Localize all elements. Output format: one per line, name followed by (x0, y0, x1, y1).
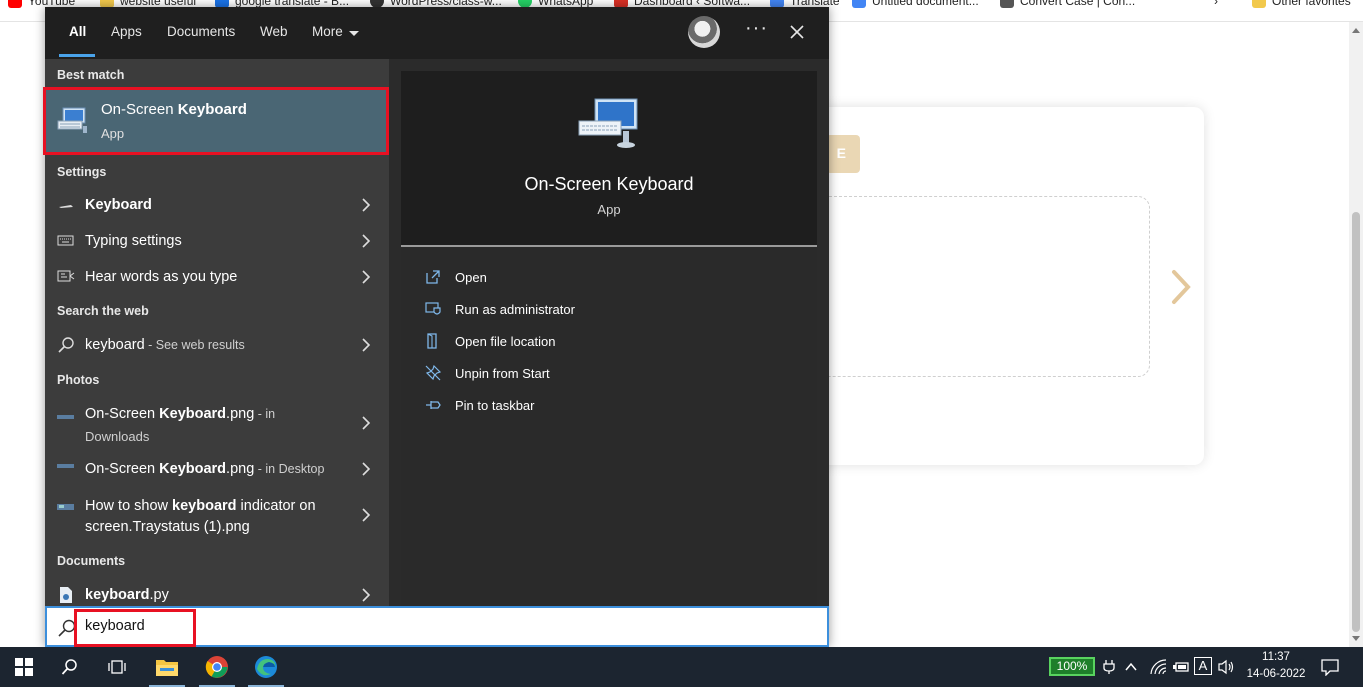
section-photos: Photos (57, 373, 100, 387)
start-button[interactable] (0, 647, 48, 687)
bookmarks-overflow-chevron-icon[interactable]: › (1214, 0, 1218, 8)
action-run-as-admin[interactable]: Run as administrator (425, 299, 575, 319)
chevron-right-icon (362, 234, 371, 248)
search-icon (58, 337, 74, 353)
image-file-icon (57, 464, 74, 468)
taskbar: 100% A 11:37 14-06-2022 (0, 647, 1363, 687)
file-explorer-icon (156, 660, 178, 676)
tab-web[interactable]: Web (260, 24, 288, 39)
action-pin-to-taskbar[interactable]: Pin to taskbar (425, 395, 535, 415)
notifications-icon[interactable] (1321, 658, 1339, 676)
background-tag: E (826, 135, 860, 173)
best-match-highlight-box (43, 87, 389, 155)
settings-item-hear-words[interactable]: Hear words as you type (45, 260, 389, 294)
keyboard-mini-icon (59, 205, 73, 208)
chevron-right-icon (362, 508, 371, 522)
taskbar-file-explorer[interactable] (143, 647, 191, 687)
preview-header: On-Screen Keyboard App (401, 71, 817, 247)
scrollbar-thumb[interactable] (1352, 212, 1360, 632)
clock-time[interactable]: 11:37 (1248, 651, 1304, 663)
on-screen-keyboard-icon (578, 98, 638, 148)
clock-date[interactable]: 14-06-2022 (1240, 668, 1312, 680)
pin-icon (426, 401, 441, 409)
windows-logo-icon (15, 658, 33, 676)
scroll-down-icon[interactable] (1352, 636, 1360, 641)
chevron-right-icon (362, 462, 371, 476)
result-preview-pane: On-Screen Keyboard App Open Run as admin… (401, 71, 817, 606)
power-plug-icon[interactable] (1102, 659, 1116, 675)
action-open-file-location[interactable]: Open file location (425, 331, 555, 351)
ime-indicator[interactable]: A (1194, 657, 1212, 675)
tab-all[interactable]: All (69, 24, 86, 39)
tab-apps[interactable]: Apps (111, 24, 142, 39)
photo-result-3[interactable]: How to show keyboard indicator on screen… (45, 489, 389, 539)
start-menu: All Apps Documents Web More ··· Best mat… (43, 7, 829, 647)
action-unpin-from-start[interactable]: Unpin from Start (425, 363, 550, 383)
convert-case-icon (1000, 0, 1014, 8)
open-icon (426, 270, 440, 284)
chevron-right-icon (362, 270, 371, 284)
chevron-right-icon (362, 338, 371, 352)
youtube-icon (8, 0, 22, 8)
close-icon[interactable] (787, 22, 807, 42)
volume-icon[interactable] (1218, 659, 1236, 675)
image-file-icon (57, 504, 74, 510)
search-highlight-box (74, 609, 196, 647)
page-scrollbar[interactable] (1349, 22, 1363, 647)
tab-more[interactable]: More (312, 24, 343, 39)
chevron-down-icon (349, 31, 359, 36)
folder-icon (1252, 0, 1266, 8)
search-icon (61, 659, 77, 675)
chevron-right-icon (362, 416, 371, 430)
section-search-web: Search the web (57, 304, 149, 318)
taskbar-edge[interactable] (242, 647, 290, 687)
photo-result-2[interactable]: On-Screen Keyboard.png - in Desktop (45, 452, 389, 486)
start-menu-header: All Apps Documents Web More ··· (45, 7, 829, 59)
search-results-list: Best match On-Screen Keyboard App Settin… (43, 59, 389, 606)
docs-icon (852, 0, 866, 8)
file-location-icon (427, 333, 437, 349)
task-view-icon (108, 660, 126, 674)
active-tab-indicator (59, 54, 95, 57)
more-options-icon[interactable]: ··· (745, 17, 768, 40)
python-file-icon (60, 587, 72, 603)
bookmark-untitled-document[interactable]: Untitled document... (852, 0, 979, 8)
wifi-icon[interactable] (1150, 659, 1168, 675)
chevron-right-icon (362, 198, 371, 212)
narrator-icon (57, 270, 75, 282)
section-documents: Documents (57, 554, 126, 568)
next-chevron-icon[interactable] (1166, 262, 1196, 312)
background-dropzone (812, 196, 1150, 377)
chevron-right-icon (362, 588, 371, 602)
battery-icon[interactable] (1172, 659, 1190, 675)
image-file-icon (57, 415, 74, 419)
bookmark-other-favorites[interactable]: Other favorites (1252, 0, 1351, 8)
taskbar-search-button[interactable] (46, 647, 94, 687)
scroll-up-icon[interactable] (1352, 28, 1360, 33)
settings-item-typing[interactable]: Typing settings (45, 224, 389, 258)
section-best-match: Best match (57, 68, 125, 82)
preview-type: App (597, 202, 621, 217)
section-settings: Settings (57, 165, 107, 179)
chevron-up-icon[interactable] (1124, 661, 1138, 673)
taskbar-chrome[interactable] (193, 647, 241, 687)
web-search-result[interactable]: keyboard - See web results (45, 328, 389, 362)
tab-documents[interactable]: Documents (167, 24, 235, 39)
bookmark-convert-case[interactable]: Convert Case | Con... (1000, 0, 1135, 8)
action-open[interactable]: Open (425, 267, 487, 287)
settings-item-keyboard[interactable]: Keyboard (45, 188, 389, 222)
shield-icon (425, 302, 441, 315)
task-view-button[interactable] (93, 647, 141, 687)
edge-icon (255, 656, 277, 678)
preview-title: On-Screen Keyboard (524, 174, 694, 194)
photo-result-1[interactable]: On-Screen Keyboard.png - in Downloads (45, 397, 389, 447)
battery-indicator[interactable]: 100% (1049, 657, 1095, 676)
keyboard-icon (57, 235, 74, 246)
chrome-icon (205, 656, 228, 678)
avatar[interactable] (688, 16, 720, 48)
unpin-icon (425, 365, 441, 381)
